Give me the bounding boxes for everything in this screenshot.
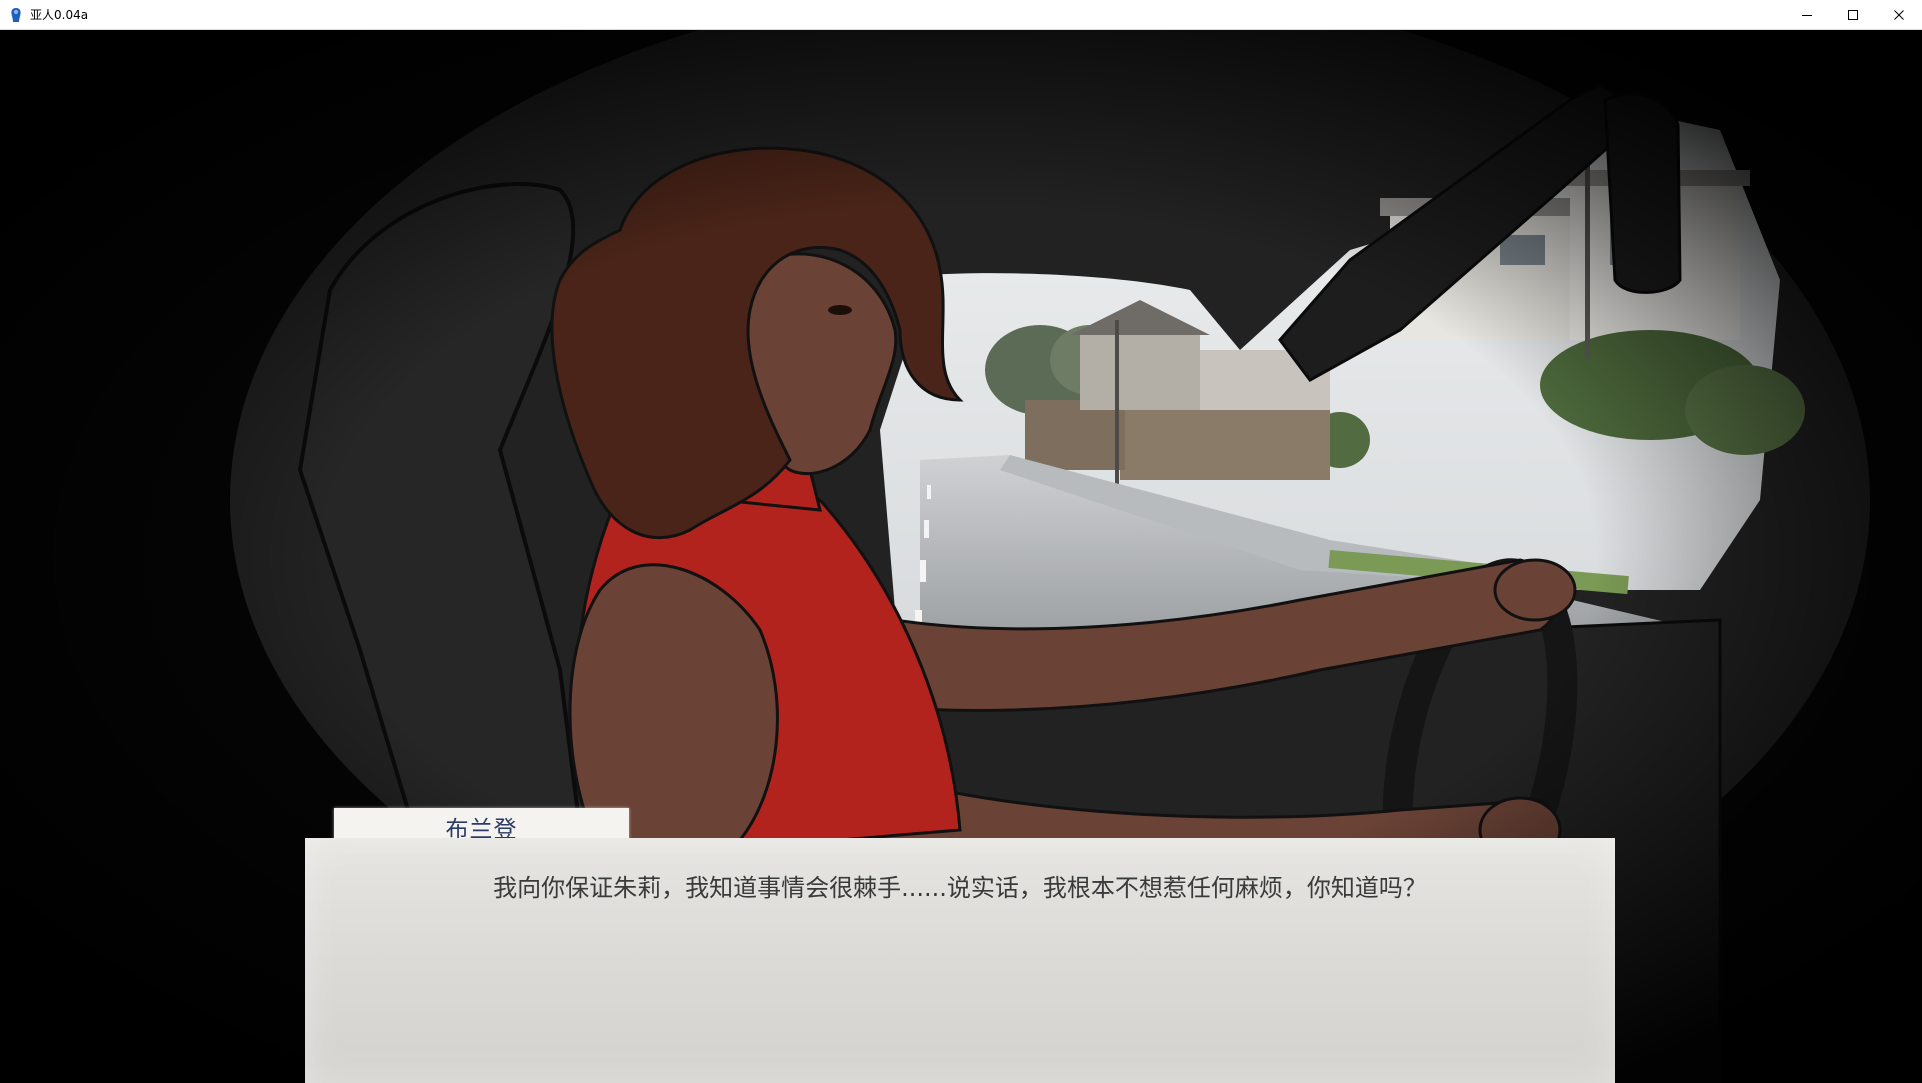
maximize-button[interactable] [1830, 0, 1876, 30]
close-button[interactable] [1876, 0, 1922, 30]
minimize-icon [1802, 15, 1812, 16]
close-icon [1894, 10, 1904, 20]
game-window: 亚人0.04a 布兰登 我向你保证朱莉，我知道事情会很棘手......说实话，我… [0, 0, 1922, 1083]
minimize-button[interactable] [1784, 0, 1830, 30]
title-bar[interactable]: 亚人0.04a [0, 0, 1922, 30]
maximize-icon [1848, 10, 1858, 20]
window-title: 亚人0.04a [30, 8, 89, 22]
dialogue-box[interactable]: 我向你保证朱莉，我知道事情会很棘手......说实话，我根本不想惹任何麻烦，你知… [305, 838, 1615, 1083]
dialogue-text: 我向你保证朱莉，我知道事情会很棘手......说实话，我根本不想惹任何麻烦，你知… [493, 874, 1427, 902]
app-icon [11, 8, 21, 22]
